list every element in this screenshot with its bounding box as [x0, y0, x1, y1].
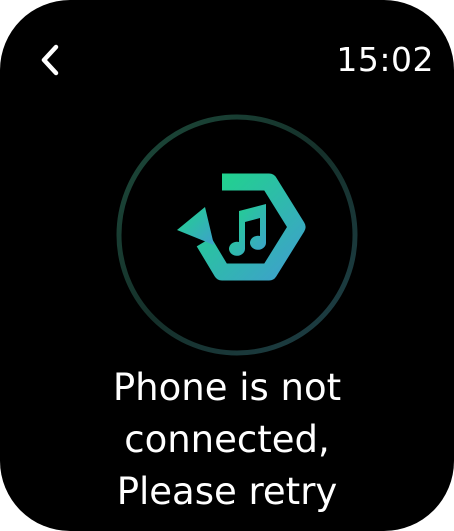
back-button[interactable] — [30, 40, 70, 80]
connection-error-message: Phone is not connected, Please retry — [0, 362, 454, 518]
chevron-left-icon — [41, 44, 59, 76]
progress-ring — [116, 114, 358, 356]
watch-screen: 15:02 Phone is not connected, Please ret… — [0, 0, 454, 531]
music-note-icon — [229, 204, 266, 256]
status-time: 15:02 — [336, 40, 434, 79]
message-line-3: Please retry — [116, 470, 338, 513]
music-sync-icon — [116, 114, 358, 356]
sync-arrow-head — [177, 207, 214, 245]
hexagon-outline — [196, 173, 306, 281]
message-line-2: connected, — [124, 418, 330, 461]
message-line-1: Phone is not — [112, 366, 342, 409]
